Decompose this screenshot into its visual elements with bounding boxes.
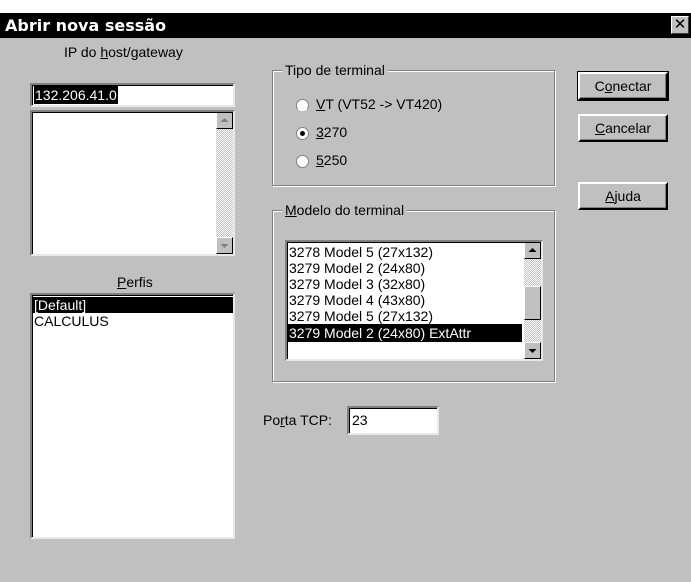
help-button-part: juda: [614, 188, 641, 204]
radio-icon: [296, 99, 309, 112]
host-input-value: 132.206.41.0: [34, 86, 118, 104]
host-input[interactable]: 132.206.41.0: [30, 83, 235, 107]
arrow-up-icon[interactable]: [216, 112, 233, 129]
profiles-label-mnemonic: P: [117, 274, 127, 290]
radio-label-part: T (VT52 -> VT420): [325, 96, 443, 112]
tcp-port-label-part: ta TCP:: [284, 412, 332, 428]
arrow-down-icon[interactable]: [216, 237, 233, 254]
host-label-part: IP do: [64, 44, 101, 60]
profiles-list[interactable]: [Default] CALCULUS: [30, 293, 235, 539]
radio-label: 5250: [316, 152, 347, 168]
host-history-list[interactable]: [30, 110, 235, 256]
cancel-button-mnemonic: C: [594, 120, 606, 136]
cancel-button-part: ancelar: [605, 120, 652, 136]
radio-label-part: 250: [323, 152, 348, 168]
list-item[interactable]: 3278 Model 5 (27x132): [287, 244, 522, 260]
radio-label-mnemonic: 3: [316, 124, 324, 140]
dialog-body: IP do host/gateway 132.206.41.0 Perfis […: [0, 38, 691, 582]
tcp-port-label-part: Po: [263, 412, 281, 428]
radio-option-5250[interactable]: 5250: [296, 152, 536, 172]
radio-icon: [296, 155, 309, 168]
host-label-mnemonic: h: [100, 44, 109, 60]
list-item[interactable]: 3279 Model 4 (43x80): [287, 292, 522, 308]
radio-icon: [296, 127, 309, 140]
connect-button-mnemonic: o: [604, 78, 613, 94]
title-bar[interactable]: Abrir nova sessão ✕: [0, 13, 691, 38]
radio-label: 3270: [316, 124, 347, 140]
list-item[interactable]: [Default]: [32, 297, 233, 313]
radio-option-vt[interactable]: VT (VT52 -> VT420): [296, 96, 536, 116]
help-button[interactable]: Ajuda: [578, 182, 668, 210]
list-item[interactable]: 3279 Model 3 (32x80): [287, 276, 522, 292]
list-item[interactable]: CALCULUS: [32, 313, 233, 329]
connect-button[interactable]: Conectar: [577, 71, 669, 101]
host-history-scrollbar[interactable]: [216, 112, 233, 254]
list-item[interactable]: 3279 Model 2 (24x80): [287, 260, 522, 276]
terminal-model-legend-mnemonic: M: [285, 202, 297, 218]
profiles-label-part: erfis: [126, 274, 153, 290]
help-button-mnemonic: A: [605, 188, 615, 204]
radio-label: VT (VT52 -> VT420): [316, 96, 442, 112]
arrow-down-icon[interactable]: [524, 342, 541, 359]
radio-label-mnemonic: V: [316, 96, 326, 112]
tcp-port-input[interactable]: 23: [347, 406, 439, 435]
connect-button-part: C: [594, 78, 605, 94]
radio-label-mnemonic: 5: [316, 152, 324, 168]
terminal-model-legend: Modelo do terminal: [282, 202, 408, 218]
terminal-model-legend-part: odelo do terminal: [296, 202, 405, 218]
tcp-port-value: 23: [352, 412, 368, 428]
terminal-model-list[interactable]: 3278 Model 5 (27x132) 3279 Model 2 (24x8…: [285, 240, 543, 361]
tcp-port-label: Porta TCP:: [263, 412, 332, 428]
close-icon[interactable]: ✕: [671, 16, 689, 34]
terminal-model-scrollbar[interactable]: [524, 242, 541, 359]
radio-option-3270[interactable]: 3270: [296, 124, 536, 144]
arrow-up-icon[interactable]: [524, 242, 541, 259]
list-item[interactable]: 3279 Model 2 (24x80) ExtAttr: [287, 324, 522, 342]
scrollbar-thumb[interactable]: [524, 286, 541, 320]
list-item[interactable]: 3279 Model 5 (27x132): [287, 308, 522, 324]
window-title: Abrir nova sessão: [5, 16, 167, 35]
profiles-label: Perfis: [117, 274, 153, 290]
host-label-part: ost/gateway: [108, 44, 183, 60]
radio-label-part: 270: [323, 124, 348, 140]
cancel-button[interactable]: Cancelar: [578, 114, 668, 142]
connect-button-part: nectar: [612, 78, 652, 94]
host-label: IP do host/gateway: [64, 44, 183, 60]
terminal-type-legend: Tipo de terminal: [282, 62, 388, 78]
